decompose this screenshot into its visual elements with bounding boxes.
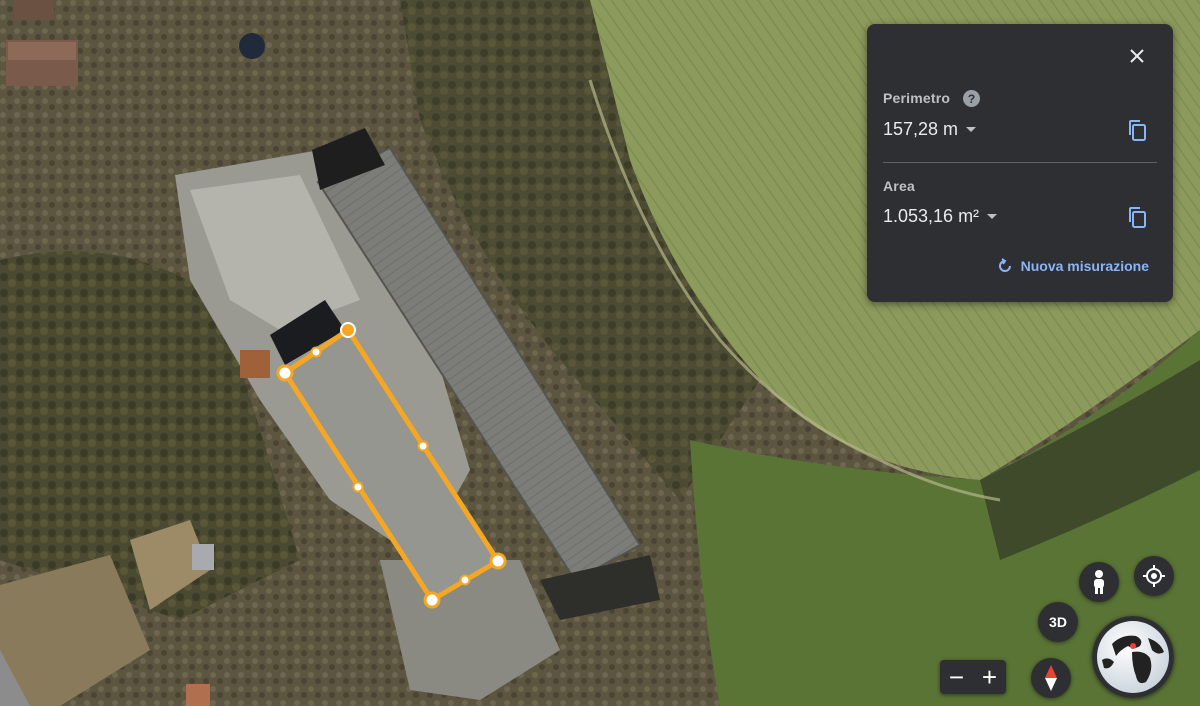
new-measurement-label: Nuova misurazione bbox=[1020, 258, 1149, 274]
street-view-button[interactable] bbox=[1079, 562, 1119, 602]
zoom-out-button[interactable]: − bbox=[940, 660, 973, 694]
close-icon bbox=[1130, 49, 1144, 63]
divider bbox=[883, 162, 1157, 163]
map-viewport[interactable]: Perimetro ? 157,28 m Area 1.053,16 m² Nu… bbox=[0, 0, 1200, 706]
midpoint-handle[interactable] bbox=[352, 481, 364, 493]
chevron-down-icon bbox=[966, 127, 977, 132]
area-label: Area bbox=[883, 178, 915, 194]
copy-area-button[interactable] bbox=[1125, 205, 1151, 231]
globe-button[interactable] bbox=[1092, 616, 1174, 698]
refresh-icon bbox=[998, 258, 1011, 272]
perimeter-value: 157,28 m bbox=[883, 119, 959, 139]
help-icon[interactable]: ? bbox=[963, 90, 980, 107]
copy-icon bbox=[1129, 207, 1146, 228]
3d-toggle-button[interactable]: 3D bbox=[1038, 602, 1078, 642]
my-location-icon bbox=[1143, 565, 1165, 587]
compass-icon bbox=[1045, 665, 1057, 691]
vertex-handle[interactable] bbox=[276, 364, 294, 382]
pegman-icon bbox=[1094, 570, 1104, 594]
close-button[interactable] bbox=[1123, 42, 1151, 70]
3d-label: 3D bbox=[1049, 614, 1067, 630]
vertex-handle[interactable] bbox=[423, 591, 441, 609]
compass-button[interactable] bbox=[1031, 658, 1071, 698]
my-location-button[interactable] bbox=[1134, 556, 1174, 596]
new-measurement-button[interactable]: Nuova misurazione bbox=[997, 258, 1149, 274]
midpoint-handle[interactable] bbox=[310, 346, 322, 358]
area-value: 1.053,16 m² bbox=[883, 206, 980, 226]
perimeter-unit-dropdown[interactable]: 157,28 m bbox=[883, 119, 977, 140]
copy-perimeter-button[interactable] bbox=[1125, 118, 1151, 144]
midpoint-handle[interactable] bbox=[459, 574, 471, 586]
vertex-handle[interactable] bbox=[340, 322, 356, 338]
zoom-controls: − + bbox=[940, 660, 1006, 694]
globe-icon bbox=[1092, 616, 1174, 698]
midpoint-handle[interactable] bbox=[417, 440, 429, 452]
copy-icon bbox=[1129, 120, 1146, 141]
zoom-in-button[interactable]: + bbox=[973, 660, 1006, 694]
perimeter-label: Perimetro bbox=[883, 90, 951, 106]
measure-panel: Perimetro ? 157,28 m Area 1.053,16 m² Nu… bbox=[867, 24, 1173, 302]
vertex-handle[interactable] bbox=[489, 552, 507, 570]
chevron-down-icon bbox=[987, 214, 998, 219]
area-unit-dropdown[interactable]: 1.053,16 m² bbox=[883, 206, 998, 227]
